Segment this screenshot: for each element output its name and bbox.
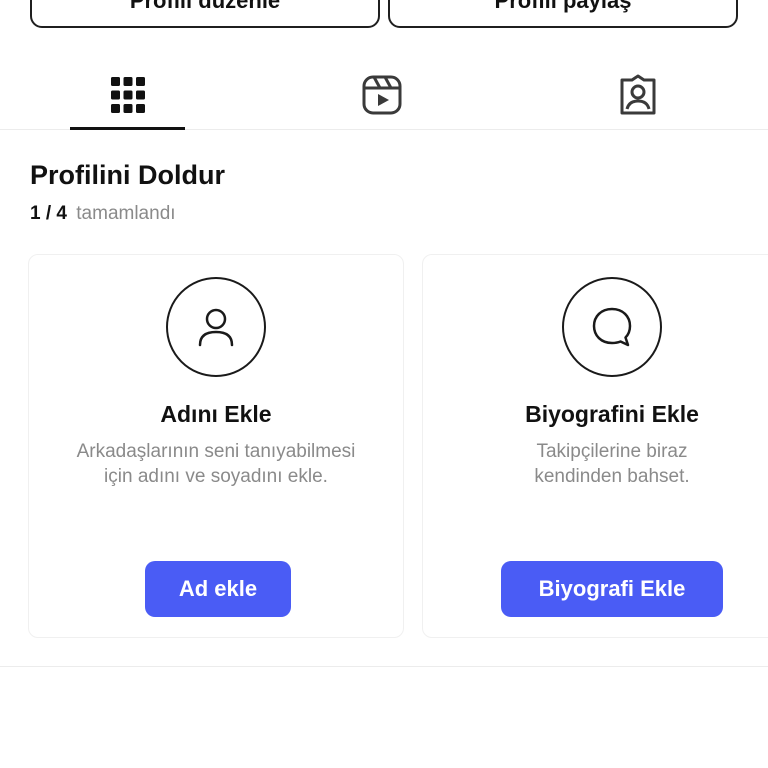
profile-page: Profili düzenle Profili paylaş Profilini… [0,0,768,768]
add-bio-button[interactable]: Biyografi Ekle [501,561,723,617]
reels-icon [362,75,402,115]
card-title: Adını Ekle [160,401,272,427]
card-description: Arkadaşlarının seni tanıyabilmesi için a… [39,439,393,489]
card-description: Takipçilerine biraz kendinden bahset. [433,439,768,489]
speech-bubble-icon [562,277,662,377]
share-profile-button[interactable]: Profili paylaş [388,0,738,28]
card-description-line: kendinden bahset. [534,466,690,487]
grid-icon [111,77,145,113]
tab-reels[interactable] [324,60,440,130]
profile-tabs [0,60,768,130]
add-bio-card: Biyografini Ekle Takipçilerine biraz ken… [422,254,768,638]
tagged-icon [620,74,656,115]
tab-posts-grid[interactable] [70,60,186,130]
completion-progress: 1 / 4 tamamlandı [30,203,176,225]
tab-tagged[interactable] [580,60,696,130]
person-icon [166,277,266,377]
add-name-button[interactable]: Ad ekle [145,561,291,617]
divider [0,666,768,667]
profile-actions: Profili düzenle Profili paylaş [30,0,738,28]
card-description-line: Takipçilerine biraz [536,441,688,462]
add-name-card: Adını Ekle Arkadaşlarının seni tanıyabil… [28,254,404,638]
edit-profile-button[interactable]: Profili düzenle [30,0,380,28]
card-description-line: için adını ve soyadını ekle. [104,466,328,487]
progress-count: 1 / 4 [30,203,67,224]
card-description-line: Arkadaşlarının seni tanıyabilmesi [76,441,356,462]
active-tab-indicator [70,127,185,130]
progress-label: tamamlandı [76,203,176,224]
card-title: Biyografini Ekle [525,401,699,427]
complete-profile-title: Profilini Doldur [30,160,225,190]
